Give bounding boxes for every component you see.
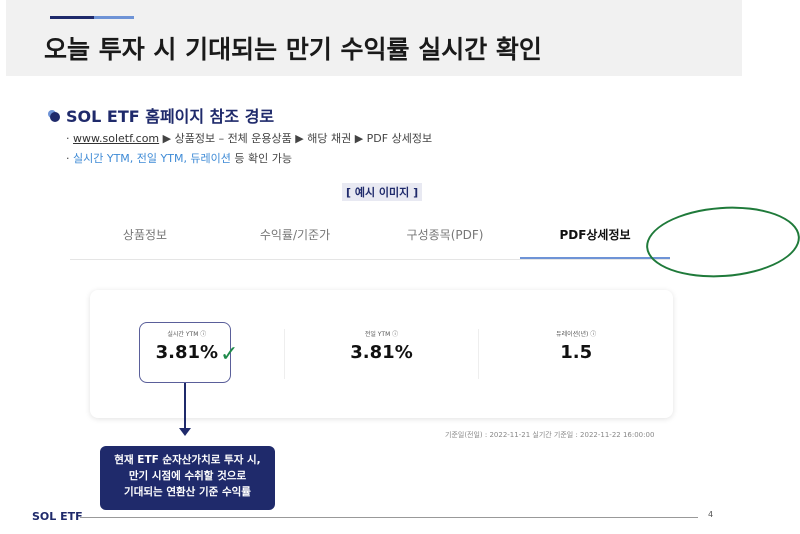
stat-label: 듀레이션(년) ⓘ xyxy=(556,331,597,338)
info-text: 등 확인 가능 xyxy=(230,152,293,165)
stat-duration: 듀레이션(년) ⓘ 1.5 xyxy=(479,329,673,379)
page-title: 오늘 투자 시 기대되는 만기 수익률 실시간 확인 xyxy=(44,35,542,64)
arrow-down-icon xyxy=(179,428,191,436)
tab-product-info[interactable]: 상품정보 xyxy=(70,212,220,259)
callout-box: 현재 ETF 순자산가치로 투자 시, 만기 시점에 수취할 것으로 기대되는 … xyxy=(100,446,275,510)
info-highlight: 실시간 YTM, 전일 YTM, 듀레이션 xyxy=(73,152,231,165)
stat-value: 1.5 xyxy=(560,342,593,363)
site-link[interactable]: www.soletf.com xyxy=(73,132,159,145)
accent-bar xyxy=(50,16,94,19)
checkmark-icon: ✓ xyxy=(220,342,239,367)
tab-returns[interactable]: 수익률/기준가 xyxy=(220,212,370,259)
section-title: SOL ETF 홈페이지 참조 경로 xyxy=(50,103,274,127)
callout-line: 만기 시점에 수취할 것으로 xyxy=(128,470,247,482)
bullet-icon xyxy=(50,112,60,122)
page-number: 4 xyxy=(708,510,714,519)
path-text: ▶ 상품정보 – 전체 운용상품 ▶ 해당 채권 ▶ PDF 상세정보 xyxy=(159,132,433,145)
section-title-text: SOL ETF 홈페이지 참조 경로 xyxy=(66,107,275,126)
stat-value: 3.81% xyxy=(350,342,413,363)
accent-bar xyxy=(94,16,134,19)
footer-divider xyxy=(80,517,698,518)
highlight-box xyxy=(139,322,231,383)
arrow-line xyxy=(184,383,186,429)
tab-holdings[interactable]: 구성종목(PDF) xyxy=(370,212,520,259)
info-line: · 실시간 YTM, 전일 YTM, 듀레이션 등 확인 가능 xyxy=(66,152,293,165)
callout-line: 기대되는 연환산 기준 수익률 xyxy=(124,486,251,498)
tab-bar: 상품정보 수익률/기준가 구성종목(PDF) PDF상세정보 xyxy=(70,212,670,260)
callout-line: 현재 ETF 순자산가치로 투자 시, xyxy=(114,454,261,466)
stat-label: 전일 YTM ⓘ xyxy=(364,331,399,338)
date-note: 기준일(전일) : 2022-11-21 실기간 기준일 : 2022-11-2… xyxy=(445,431,655,439)
footer-brand: SOL ETF xyxy=(32,510,83,523)
example-label: [ 예시 이미지 ] xyxy=(342,183,423,201)
stat-prev-ytm: 전일 YTM ⓘ 3.81% xyxy=(285,329,480,379)
path-line: · www.soletf.com ▶ 상품정보 – 전체 운용상품 ▶ 해당 채… xyxy=(66,132,433,145)
